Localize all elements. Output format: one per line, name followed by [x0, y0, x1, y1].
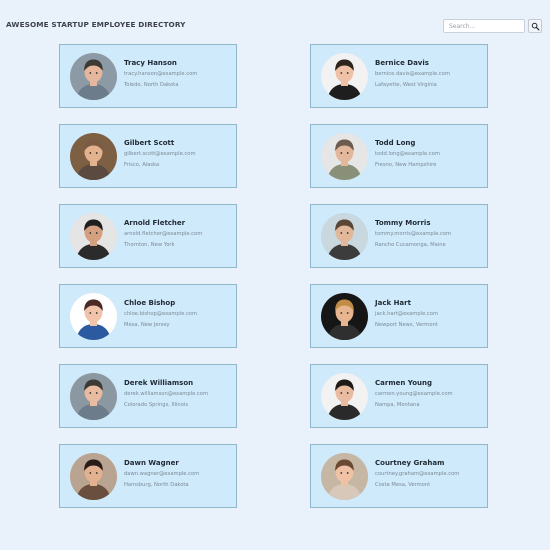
- employee-card[interactable]: Gilbert Scott gilbert.scott@example.com Fr…: [59, 124, 237, 188]
- page-title: AWESOME STARTUP EMPLOYEE DIRECTORY: [6, 20, 186, 29]
- search-button[interactable]: [528, 19, 542, 33]
- employee-card[interactable]: Chloe Bishop chloe.bishop@example.com Mesa…: [59, 284, 237, 348]
- employee-location: Costa Mesa, Vermont: [375, 482, 431, 488]
- employee-email: courtney.graham@example.com: [375, 471, 460, 477]
- employee-location: Toledo, North Dakota: [124, 82, 179, 88]
- employee-name: Todd Long: [375, 139, 416, 147]
- employee-info: Courtney Graham courtney.graham@example.c…: [375, 459, 481, 488]
- employee-email: bernice.davis@example.com: [375, 71, 450, 77]
- employee-name: Arnold Fletcher: [124, 219, 186, 227]
- employee-location: Lafayette, West Virginia: [375, 82, 437, 88]
- page-header: AWESOME STARTUP EMPLOYEE DIRECTORY: [0, 0, 550, 40]
- employee-info: Bernice Davis bernice.davis@example.com La…: [375, 59, 481, 88]
- employee-location: Rancho Cucamonga, Maine: [375, 242, 446, 248]
- employee-info: Derek Williamson derek.williamson@example…: [124, 379, 230, 408]
- employee-card[interactable]: Arnold Fletcher arnold.fletcher@example.c…: [59, 204, 237, 268]
- search-icon: [531, 22, 540, 31]
- avatar: [70, 213, 117, 260]
- employee-info: Gilbert Scott gilbert.scott@example.com Fr…: [124, 139, 230, 168]
- employee-card[interactable]: Tommy Morris tommy.morris@example.com Ranc…: [310, 204, 488, 268]
- avatar: [321, 293, 368, 340]
- employee-name: Carmen Young: [375, 379, 432, 387]
- avatar: [70, 373, 117, 420]
- avatar: [70, 53, 117, 100]
- avatar: [70, 133, 117, 180]
- employee-location: Colorado Springs, Illinois: [124, 402, 189, 408]
- avatar: [70, 453, 117, 500]
- avatar: [321, 133, 368, 180]
- search-input[interactable]: [443, 19, 525, 33]
- employee-info: Tracy Hanson tracy.hanson@example.com Tole…: [124, 59, 230, 88]
- employee-info: Arnold Fletcher arnold.fletcher@example.c…: [124, 219, 230, 248]
- avatar: [321, 213, 368, 260]
- employee-email: todd.long@example.com: [375, 151, 440, 157]
- employee-card[interactable]: Carmen Young carmen.young@example.com Namp…: [310, 364, 488, 428]
- employee-name: Dawn Wagner: [124, 459, 179, 467]
- employee-location: Newport News, Vermont: [375, 322, 438, 328]
- employee-email: gilbert.scott@example.com: [124, 151, 196, 157]
- employee-info: Jack Hart jack.hart@example.com Newport Ne…: [375, 299, 481, 328]
- employee-name: Chloe Bishop: [124, 299, 176, 307]
- employee-location: Mesa, New Jersey: [124, 322, 170, 328]
- employee-email: tommy.morris@example.com: [375, 231, 452, 237]
- employee-email: arnold.fletcher@example.com: [124, 231, 203, 237]
- employee-email: derek.williamson@example.com: [124, 391, 208, 397]
- employee-email: jack.hart@example.com: [375, 311, 439, 317]
- employee-card[interactable]: Courtney Graham courtney.graham@example.c…: [310, 444, 488, 508]
- employee-location: Nampa, Montana: [375, 402, 420, 408]
- employee-info: Tommy Morris tommy.morris@example.com Ranc…: [375, 219, 481, 248]
- avatar: [321, 453, 368, 500]
- employee-email: dawn.wagner@example.com: [124, 471, 200, 477]
- employee-card[interactable]: Derek Williamson derek.williamson@example…: [59, 364, 237, 428]
- employee-card[interactable]: Dawn Wagner dawn.wagner@example.com Hamsbu…: [59, 444, 237, 508]
- employee-name: Bernice Davis: [375, 59, 429, 67]
- employee-card[interactable]: Todd Long todd.long@example.com Fresno, Ne…: [310, 124, 488, 188]
- employee-card[interactable]: Jack Hart jack.hart@example.com Newport Ne…: [310, 284, 488, 348]
- avatar: [70, 293, 117, 340]
- employee-location: Thornton, New York: [124, 242, 175, 248]
- employee-info: Chloe Bishop chloe.bishop@example.com Mesa…: [124, 299, 230, 328]
- employee-info: Todd Long todd.long@example.com Fresno, Ne…: [375, 139, 481, 168]
- employee-email: tracy.hanson@example.com: [124, 71, 198, 77]
- avatar: [321, 53, 368, 100]
- employee-location: Hamsburg, North Dakota: [124, 482, 189, 488]
- employee-card[interactable]: Bernice Davis bernice.davis@example.com La…: [310, 44, 488, 108]
- employee-name: Tracy Hanson: [124, 59, 177, 67]
- employee-email: carmen.young@example.com: [375, 391, 453, 397]
- employee-email: chloe.bishop@example.com: [124, 311, 198, 317]
- employee-name: Gilbert Scott: [124, 139, 175, 147]
- avatar: [321, 373, 368, 420]
- employee-name: Tommy Morris: [375, 219, 431, 227]
- employee-info: Dawn Wagner dawn.wagner@example.com Hamsbu…: [124, 459, 230, 488]
- employee-name: Derek Williamson: [124, 379, 194, 387]
- employee-info: Carmen Young carmen.young@example.com Namp…: [375, 379, 481, 408]
- employee-name: Jack Hart: [375, 299, 411, 307]
- employee-card[interactable]: Tracy Hanson tracy.hanson@example.com Tole…: [59, 44, 237, 108]
- employee-name: Courtney Graham: [375, 459, 445, 467]
- employee-location: Frisco, Alaska: [124, 162, 160, 168]
- employee-location: Fresno, New Hampshire: [375, 162, 437, 168]
